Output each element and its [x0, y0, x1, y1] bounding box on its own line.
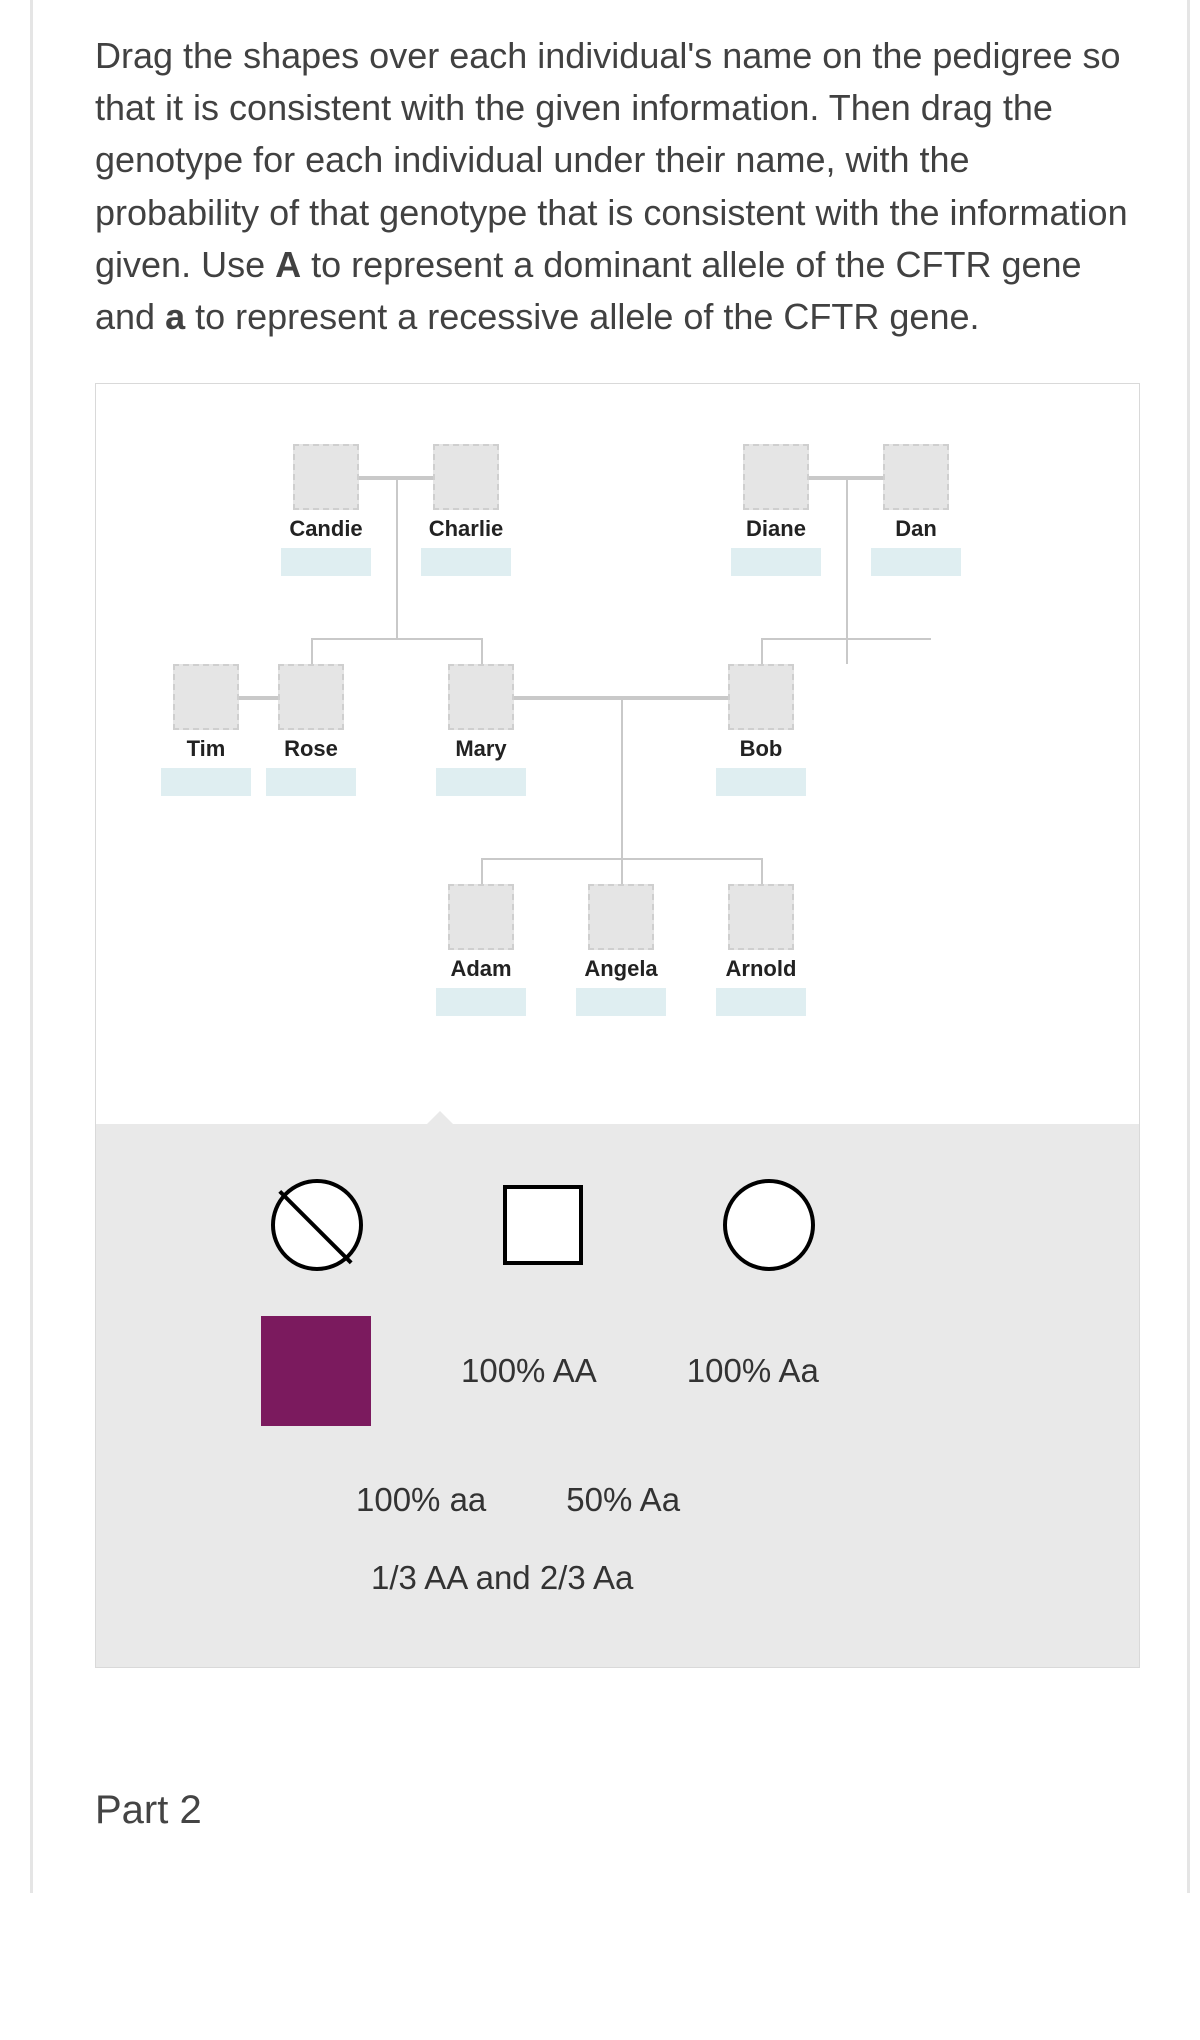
genotype-dropzone[interactable] [421, 548, 511, 576]
shape-dropzone[interactable] [448, 884, 514, 950]
shape-dropzone[interactable] [588, 884, 654, 950]
instr-allele-A: A [275, 244, 301, 285]
instructions-text: Drag the shapes over each individual's n… [95, 30, 1140, 343]
shape-dropzone[interactable] [293, 444, 359, 510]
individual-diane[interactable]: Diane [716, 444, 836, 576]
genotype-dropzone[interactable] [716, 988, 806, 1016]
individual-name: Arnold [701, 956, 821, 982]
individual-dan[interactable]: Dan [856, 444, 976, 576]
draggable-palette: 100% AA 100% Aa 100% aa 50% Aa 1/3 AA an… [96, 1124, 1139, 1667]
shape-dropzone[interactable] [883, 444, 949, 510]
card-left-rail [30, 0, 33, 1893]
shape-dropzone[interactable] [743, 444, 809, 510]
individual-rose[interactable]: Rose [251, 664, 371, 796]
instr-allele-a: a [165, 296, 185, 337]
descent-line [621, 758, 623, 858]
exercise-panel: Candie Charlie Diane Dan [95, 383, 1140, 1668]
descent-line [481, 638, 483, 664]
sibling-line [311, 638, 481, 640]
descent-line [621, 858, 623, 884]
individual-name: Diane [716, 516, 836, 542]
individual-arnold[interactable]: Arnold [701, 884, 821, 1016]
genotype-dropzone[interactable] [281, 548, 371, 576]
genotype-tag-50Aa[interactable]: 50% Aa [566, 1481, 680, 1519]
shape-unaffected-female-icon[interactable] [723, 1179, 815, 1271]
descent-line [481, 858, 483, 884]
individual-name: Candie [266, 516, 386, 542]
individual-charlie[interactable]: Charlie [406, 444, 526, 576]
genotype-dropzone[interactable] [436, 988, 526, 1016]
shape-dropzone[interactable] [173, 664, 239, 730]
individual-tim[interactable]: Tim [146, 664, 266, 796]
genotype-dropzone[interactable] [436, 768, 526, 796]
individual-name: Angela [561, 956, 681, 982]
card-right-rail [1187, 0, 1190, 1893]
individual-name: Tim [146, 736, 266, 762]
individual-name: Rose [251, 736, 371, 762]
part-2-heading: Part 2 [95, 1788, 1140, 1833]
genotype-tag-100aa[interactable]: 100% aa [356, 1481, 486, 1519]
descent-line [311, 638, 313, 664]
pedigree-canvas[interactable]: Candie Charlie Diane Dan [96, 384, 1139, 1124]
shape-dropzone[interactable] [433, 444, 499, 510]
sibling-line [761, 638, 931, 640]
shape-dropzone[interactable] [728, 664, 794, 730]
genotype-mixed-and: and [476, 1559, 531, 1596]
genotype-tag-mixed[interactable]: 1/3 AA and 2/3 Aa [371, 1559, 633, 1597]
genotype-dropzone[interactable] [871, 548, 961, 576]
shape-unaffected-male-icon[interactable] [503, 1185, 583, 1265]
descent-line [396, 538, 398, 638]
descent-line [761, 638, 763, 664]
descent-line [846, 478, 848, 538]
individual-name: Bob [701, 736, 821, 762]
instr-seg-3: to represent a recessive allele of the C… [185, 296, 979, 337]
palette-notch-icon [426, 1111, 454, 1125]
individual-name: Mary [421, 736, 541, 762]
individual-name: Charlie [406, 516, 526, 542]
genotype-dropzone[interactable] [161, 768, 251, 796]
genotype-tag-100AA[interactable]: 100% AA [461, 1352, 597, 1390]
individual-mary[interactable]: Mary [421, 664, 541, 796]
genotype-dropzone[interactable] [266, 768, 356, 796]
descent-line [396, 478, 398, 538]
individual-adam[interactable]: Adam [421, 884, 541, 1016]
individual-bob[interactable]: Bob [701, 664, 821, 796]
descent-line [761, 858, 763, 884]
genotype-tag-100Aa[interactable]: 100% Aa [687, 1352, 819, 1390]
descent-line [846, 538, 848, 664]
individual-name: Adam [421, 956, 541, 982]
individual-name: Dan [856, 516, 976, 542]
shape-affected-male-icon[interactable] [261, 1316, 371, 1426]
descent-line [621, 698, 623, 758]
shape-deceased-female-icon[interactable] [271, 1179, 363, 1271]
individual-candie[interactable]: Candie [266, 444, 386, 576]
genotype-dropzone[interactable] [731, 548, 821, 576]
genotype-dropzone[interactable] [576, 988, 666, 1016]
shape-dropzone[interactable] [728, 884, 794, 950]
individual-angela[interactable]: Angela [561, 884, 681, 1016]
shape-dropzone[interactable] [278, 664, 344, 730]
shape-dropzone[interactable] [448, 664, 514, 730]
genotype-dropzone[interactable] [716, 768, 806, 796]
genotype-mixed-post: 2/3 Aa [531, 1559, 634, 1596]
genotype-mixed-pre: 1/3 AA [371, 1559, 476, 1596]
